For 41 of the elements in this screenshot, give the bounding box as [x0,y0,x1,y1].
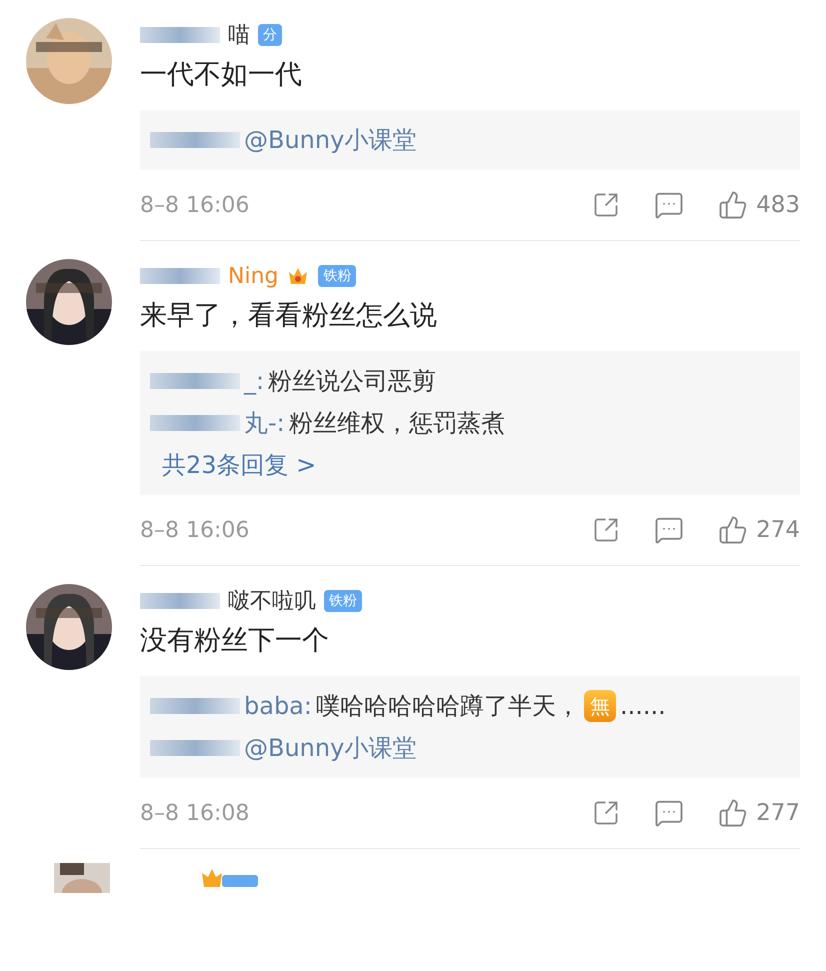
ellipsis: ...... [620,692,666,720]
mention-link[interactable]: @Bunny小课堂 [244,732,416,764]
comment-icon [654,515,684,545]
comment-text: 没有粉丝下一个 [140,624,330,658]
reply-text: 粉丝说公司恶剪 [268,366,436,397]
reply-author[interactable]: 丸-: [244,407,285,439]
comment-button[interactable] [654,798,684,828]
user-name[interactable]: Ning [228,264,278,288]
mention-link[interactable]: @Bunny小课堂 [244,124,416,156]
share-icon [592,191,620,219]
like-button[interactable]: 274 [718,515,800,545]
comment-text: 一代不如一代 [140,58,303,92]
more-replies-link[interactable]: 共23条回复 > [162,449,778,481]
share-icon [592,799,620,827]
thumbs-up-icon [718,190,748,220]
comment-text: 来早了，看看粉丝怎么说 [140,299,438,333]
user-name[interactable]: 喵 [228,20,250,50]
comment-icon [654,798,684,828]
comment-button[interactable] [654,190,684,220]
user-name[interactable]: 啵不啦叽 [228,586,316,616]
fan-badge: 分 [258,24,282,46]
reply-text: 粉丝维权，惩罚蒸煮 [288,408,505,439]
comment-button[interactable] [654,515,684,545]
comment-time: 8–8 16:08 [140,800,250,826]
share-icon [592,516,620,544]
share-button[interactable] [592,516,620,544]
thumbs-up-icon [718,798,748,828]
like-button[interactable]: 277 [718,798,800,828]
reply-author[interactable]: _: [244,367,264,395]
reply-text: 噗哈哈哈哈哈蹲了半天， [316,691,580,722]
thumbs-up-icon [718,515,748,545]
fan-badge: 铁粉 [318,265,356,287]
comment-icon [654,190,684,220]
share-button[interactable] [592,191,620,219]
share-button[interactable] [592,799,620,827]
reply-author[interactable]: baba: [244,692,312,720]
fan-badge: 铁粉 [324,590,362,612]
emoji: 無 [584,690,616,722]
comment-time: 8–8 16:06 [140,192,250,218]
comment-time: 8–8 16:06 [140,518,250,542]
like-button[interactable]: 483 [718,190,800,220]
